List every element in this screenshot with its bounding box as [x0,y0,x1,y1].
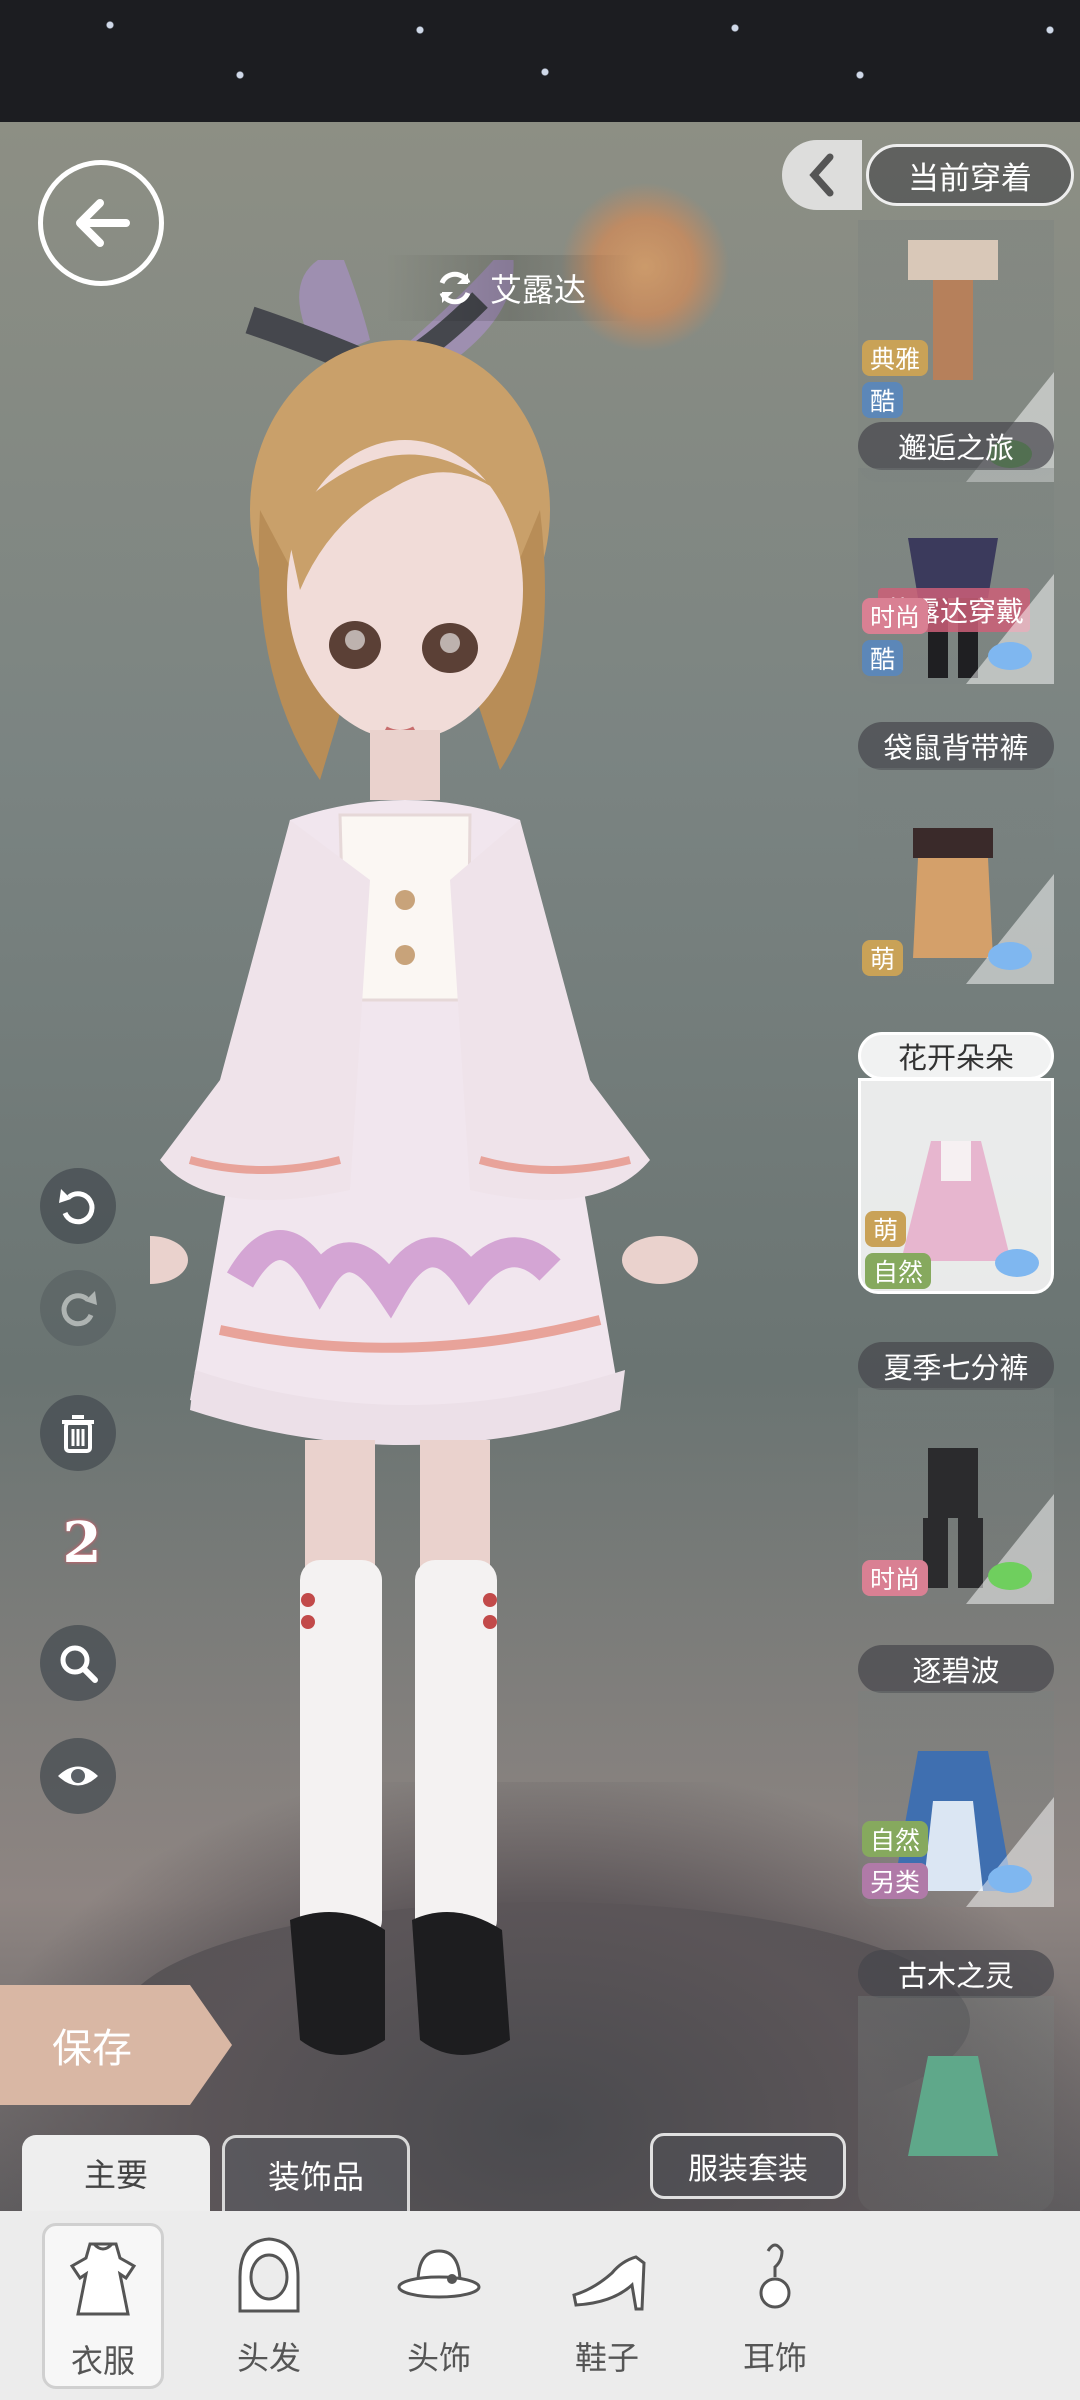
outfit-tag: 萌 [865,1211,907,1247]
nav-label: 头饰 [406,2339,471,2377]
nav-item-earrings[interactable]: 耳饰 [714,2223,836,2389]
nav-label: 头发 [236,2339,301,2377]
outfit-tag: 萌 [862,940,904,976]
outfit-title: 逐碧波 [858,1645,1054,1693]
outfit-card[interactable]: 典雅 酷 [858,220,1054,482]
outfit-tag: 自然 [865,1253,932,1289]
search-icon [60,1645,98,1683]
hair-icon [238,2237,300,2313]
blue-gem-icon [995,1249,1039,1277]
redo-icon [61,1291,97,1327]
save-button[interactable]: 保存 [0,1985,232,2105]
tab-main[interactable]: 主要 [22,2135,210,2211]
outfit-card[interactable]: 夏季七分裤 时尚 [858,1342,1054,1604]
character-name: 艾露达 [489,271,586,309]
earring-icon [759,2243,791,2309]
delete-button[interactable] [40,1395,116,1471]
arrow-left-icon [76,199,130,247]
undo-button[interactable] [40,1168,116,1244]
tab-accessories[interactable]: 装饰品 [222,2135,410,2211]
outfit-card-selected[interactable]: 花开朵朵 萌 自然 [858,1032,1054,1294]
outfit-list[interactable]: 典雅 酷 邂逅之旅 艾露达穿戴 时尚 酷 袋鼠背带裤 萌 花开朵朵 萌 自然 夏… [858,220,1080,2211]
outfit-title: 夏季七分裤 [858,1342,1054,1390]
outfit-tag: 时尚 [862,598,929,634]
blue-gem-icon [966,1797,1054,1907]
top-status-strip [0,0,1080,122]
outfit-card[interactable]: 邂逅之旅 艾露达穿戴 时尚 酷 [858,422,1054,684]
outfit-card[interactable]: 逐碧波 自然 另类 [858,1645,1054,1907]
outfit-thumbnail [908,2056,998,2156]
hat-icon [397,2249,481,2299]
eye-icon [58,1766,98,1786]
blue-gem-icon [966,874,1054,984]
character-switch[interactable]: 艾露达 [385,255,635,321]
nav-label: 耳饰 [742,2339,807,2377]
bottom-nav: 衣服 头发 头饰 鞋子 耳饰 [0,2211,1080,2400]
current-wear-button[interactable]: 当前穿着 [866,144,1074,206]
high-heel-icon [572,2255,646,2311]
nav-item-shoes[interactable]: 鞋子 [546,2223,668,2389]
blue-gem-icon [966,574,1054,684]
outfit-tag: 自然 [862,1821,929,1857]
trash-icon [62,1415,94,1453]
nav-item-hair[interactable]: 头发 [208,2223,330,2389]
nav-item-headwear[interactable]: 头饰 [378,2223,500,2389]
refresh-icon [439,271,471,305]
nav-label: 鞋子 [574,2339,639,2377]
redo-button[interactable] [40,1270,116,1346]
outfit-set-button[interactable]: 服装套装 [650,2133,846,2199]
outfit-title: 花开朵朵 [858,1032,1054,1080]
back-button[interactable] [38,160,164,286]
outfit-tag: 另类 [862,1863,929,1899]
green-gem-icon [966,1494,1054,1604]
zoom-button[interactable] [40,1625,116,1701]
outfit-title: 邂逅之旅 [858,422,1054,470]
outfit-tag: 酷 [862,640,904,676]
outfit-tag: 典雅 [862,340,929,376]
nav-label: 衣服 [70,2342,135,2380]
outfit-card[interactable]: 袋鼠背带裤 萌 [858,722,1054,984]
outfit-card[interactable]: 古木之灵 [858,1950,1054,2211]
outfit-title: 古木之灵 [858,1950,1054,1998]
visibility-button[interactable] [40,1738,116,1814]
dress-icon [69,2242,137,2316]
outfit-title: 袋鼠背带裤 [858,722,1054,770]
chevron-left-icon [809,153,834,197]
undo-icon [59,1189,95,1225]
collapse-panel-button[interactable] [782,140,862,210]
outfit-tag: 时尚 [862,1560,929,1596]
nav-item-clothes[interactable]: 衣服 [42,2223,164,2389]
style-count-badge[interactable]: 2 [44,1505,120,1581]
outfit-tag: 酷 [862,382,904,418]
character-model [150,260,698,2055]
